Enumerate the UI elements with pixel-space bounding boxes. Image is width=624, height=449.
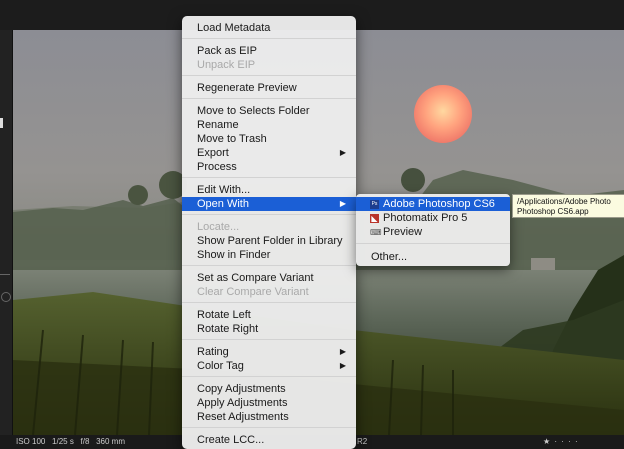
menu-separator: [182, 177, 356, 178]
menu-item-label: Rename: [197, 119, 239, 131]
filename-fragment: R2: [357, 437, 368, 446]
open-with-submenu: Ps Adobe Photoshop CS6 ◣ Photomatix Pro 5 ⌨ P…: [356, 194, 510, 266]
photomatix-icon: ◣: [370, 214, 379, 223]
menu-item-move-to-selects-folder[interactable]: Move to Selects Folder: [182, 104, 356, 118]
menu-item-label: Open With: [197, 198, 249, 210]
menu-item-label: Rotate Left: [197, 309, 251, 321]
submenu-arrow-icon: ▶: [339, 199, 346, 208]
tooltip-line-2: Photoshop CS6.app: [517, 207, 589, 216]
menu-item-process[interactable]: Process: [182, 160, 356, 174]
menu-item-reset-adjustments[interactable]: Reset Adjustments: [182, 410, 356, 424]
app-label: Preview: [383, 226, 423, 238]
tool-circle-icon[interactable]: [1, 292, 11, 302]
menu-separator: [182, 98, 356, 99]
app-label: Adobe Photoshop CS6: [383, 198, 495, 210]
submenu-arrow-icon: ▶: [339, 347, 346, 356]
menu-item-set-as-compare-variant[interactable]: Set as Compare Variant: [182, 271, 356, 285]
menu-item-color-tag[interactable]: Color Tag ▶: [182, 359, 356, 373]
menu-separator: [182, 265, 356, 266]
menu-item-pack-as-eip[interactable]: Pack as EIP: [182, 44, 356, 58]
menu-item-locate: Locate...: [182, 220, 356, 234]
menu-separator: [182, 302, 356, 303]
menu-item-label: Regenerate Preview: [197, 82, 297, 94]
menu-item-label: Set as Compare Variant: [197, 272, 314, 284]
rating-indicator[interactable]: ★ · · · ·: [543, 435, 579, 449]
menu-item-edit-with[interactable]: Edit With...: [182, 183, 356, 197]
menu-item-clear-compare-variant: Clear Compare Variant: [182, 285, 356, 299]
exif-info: ISO 100 1/25 s f/8 360 mm: [16, 435, 125, 449]
menu-item-label: Load Metadata: [197, 22, 271, 34]
menu-item-load-metadata[interactable]: Load Metadata: [182, 21, 356, 35]
submenu-arrow-icon: ▶: [339, 361, 346, 370]
menu-separator: [182, 75, 356, 76]
menu-item-rating[interactable]: Rating ▶: [182, 345, 356, 359]
menu-separator: [182, 339, 356, 340]
menu-separator: [182, 376, 356, 377]
menu-item-label: Show Parent Folder in Library: [197, 235, 343, 247]
menu-item-label: Pack as EIP: [197, 45, 257, 57]
tooltip-line-1: /Applications/Adobe Photo: [517, 197, 611, 206]
menu-item-label: Apply Adjustments: [197, 397, 288, 409]
menu-item-unpack-eip: Unpack EIP: [182, 58, 356, 72]
menu-item-open-with[interactable]: Open With ▶: [182, 197, 356, 211]
preview-icon: ⌨: [370, 228, 382, 237]
open-with-app-preview[interactable]: ⌨ Preview: [356, 225, 510, 239]
menu-item-label: Edit With...: [197, 184, 251, 196]
menu-item-label: Unpack EIP: [197, 59, 256, 71]
menu-item-label: Color Tag: [197, 360, 244, 372]
photoshop-icon: Ps: [370, 200, 379, 209]
menu-item-label: Create LCC...: [197, 434, 265, 446]
menu-item-rotate-left[interactable]: Rotate Left: [182, 308, 356, 322]
menu-item-label: Rating: [197, 346, 229, 358]
focal-length-value: 360 mm: [96, 437, 125, 446]
menu-item-label: Show in Finder: [197, 249, 271, 261]
menu-item-label: Move to Selects Folder: [197, 105, 310, 117]
menu-separator: [182, 38, 356, 39]
menu-item-rotate-right[interactable]: Rotate Right: [182, 322, 356, 336]
tool-indicator[interactable]: [0, 118, 3, 128]
menu-item-label: Locate...: [197, 221, 240, 233]
open-with-other[interactable]: Other...: [356, 250, 510, 264]
menu-item-copy-adjustments[interactable]: Copy Adjustments: [182, 382, 356, 396]
submenu-arrow-icon: ▶: [339, 148, 346, 157]
menu-item-export[interactable]: Export ▶: [182, 146, 356, 160]
aperture-value: f/8: [80, 437, 90, 446]
menu-item-label: Rotate Right: [197, 323, 259, 335]
menu-item-label: Reset Adjustments: [197, 411, 289, 423]
menu-item-apply-adjustments[interactable]: Apply Adjustments: [182, 396, 356, 410]
menu-item-label: Copy Adjustments: [197, 383, 286, 395]
menu-separator: [182, 214, 356, 215]
open-with-app-photomatix-pro-5[interactable]: ◣ Photomatix Pro 5: [356, 211, 510, 225]
context-menu: Load Metadata Pack as EIP Unpack EIP Regene…: [182, 16, 356, 449]
menu-item-label: Process: [197, 161, 237, 173]
shutter-value: 1/25 s: [52, 437, 74, 446]
menu-item-label: Move to Trash: [197, 133, 267, 145]
menu-item-show-parent-folder-in-library[interactable]: Show Parent Folder in Library: [182, 234, 356, 248]
submenu-separator: [356, 243, 510, 244]
left-tool-strip: [0, 30, 13, 435]
open-with-app-adobe-photoshop-cs6[interactable]: Ps Adobe Photoshop CS6: [356, 197, 510, 211]
iso-value: ISO 100: [16, 437, 46, 446]
menu-item-create-lcc[interactable]: Create LCC...: [182, 433, 356, 447]
tool-divider: [0, 274, 10, 275]
menu-item-move-to-trash[interactable]: Move to Trash: [182, 132, 356, 146]
menu-item-rename[interactable]: Rename: [182, 118, 356, 132]
other-label: Other...: [371, 251, 408, 263]
app-label: Photomatix Pro 5: [383, 212, 468, 224]
sun: [414, 85, 472, 143]
app-path-tooltip: /Applications/Adobe Photo Photoshop CS6.…: [512, 194, 624, 218]
menu-item-show-in-finder[interactable]: Show in Finder: [182, 248, 356, 262]
menu-separator: [182, 427, 356, 428]
menu-item-label: Clear Compare Variant: [197, 286, 309, 298]
menu-item-label: Export: [197, 147, 229, 159]
menu-item-regenerate-preview[interactable]: Regenerate Preview: [182, 81, 356, 95]
